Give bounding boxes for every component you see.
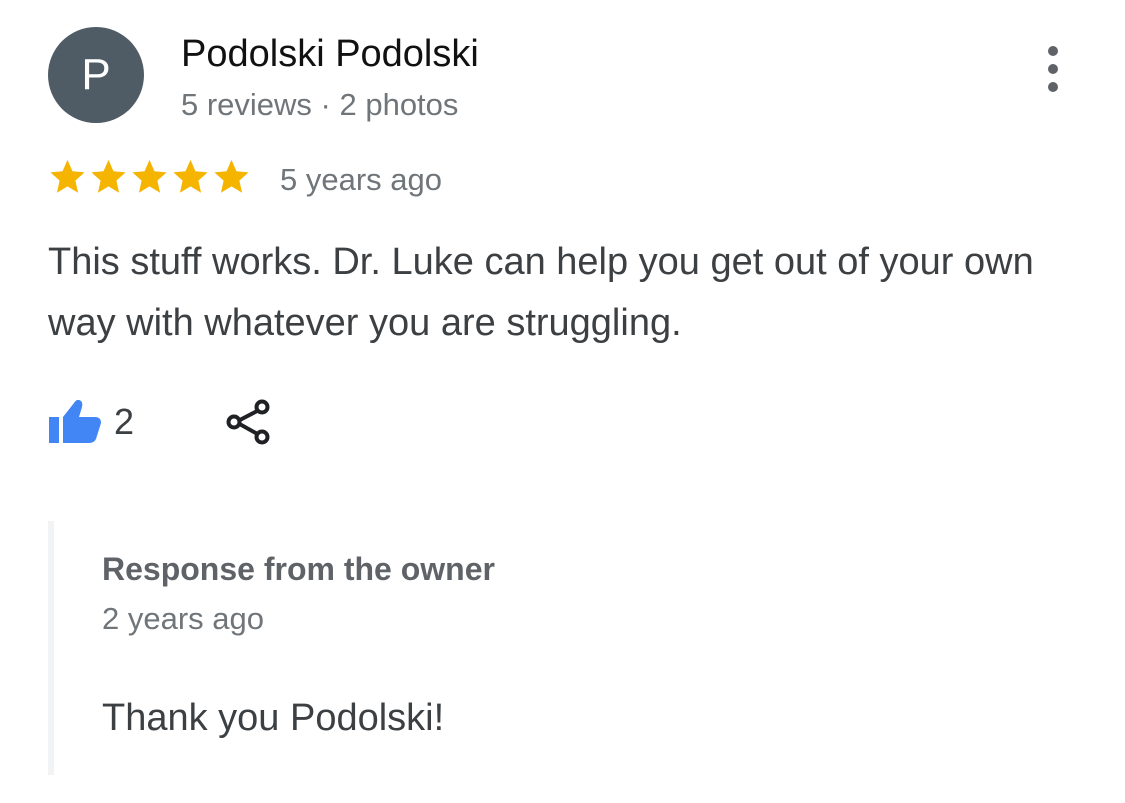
star-icon: [91, 159, 126, 193]
more-vert-icon-dot: [1048, 82, 1058, 92]
star-icon: [214, 159, 249, 193]
share-button[interactable]: [225, 398, 273, 446]
avatar-letter: P: [81, 50, 111, 99]
star-icon: [132, 159, 167, 193]
star-icon: [173, 159, 208, 193]
like-count: 2: [114, 401, 135, 442]
review-card: P Podolski Podolski 5 reviews · 2 photos…: [0, 0, 1125, 803]
review-time: 5 years ago: [280, 162, 442, 197]
owner-response-time: 2 years ago: [102, 601, 264, 636]
like-button[interactable]: 2: [48, 396, 134, 448]
star-rating: [47, 155, 252, 199]
star-icon: [50, 159, 85, 193]
thumbs-up-icon: [49, 399, 101, 443]
more-options-button[interactable]: [1036, 44, 1070, 94]
review-text: This stuff works. Dr. Luke can help you …: [48, 241, 1034, 344]
more-vert-icon: [1048, 46, 1058, 56]
more-vert-icon-dot: [1048, 64, 1058, 74]
reviewer-meta: 5 reviews · 2 photos: [181, 87, 459, 122]
owner-response-text: Thank you Podolski!: [102, 697, 445, 739]
reviewer-name[interactable]: Podolski Podolski: [181, 33, 479, 76]
share-icon: [226, 399, 270, 445]
avatar[interactable]: P: [48, 27, 144, 123]
owner-response-title: Response from the owner: [102, 551, 495, 587]
owner-response: Response from the owner 2 years ago Than…: [48, 521, 1054, 775]
